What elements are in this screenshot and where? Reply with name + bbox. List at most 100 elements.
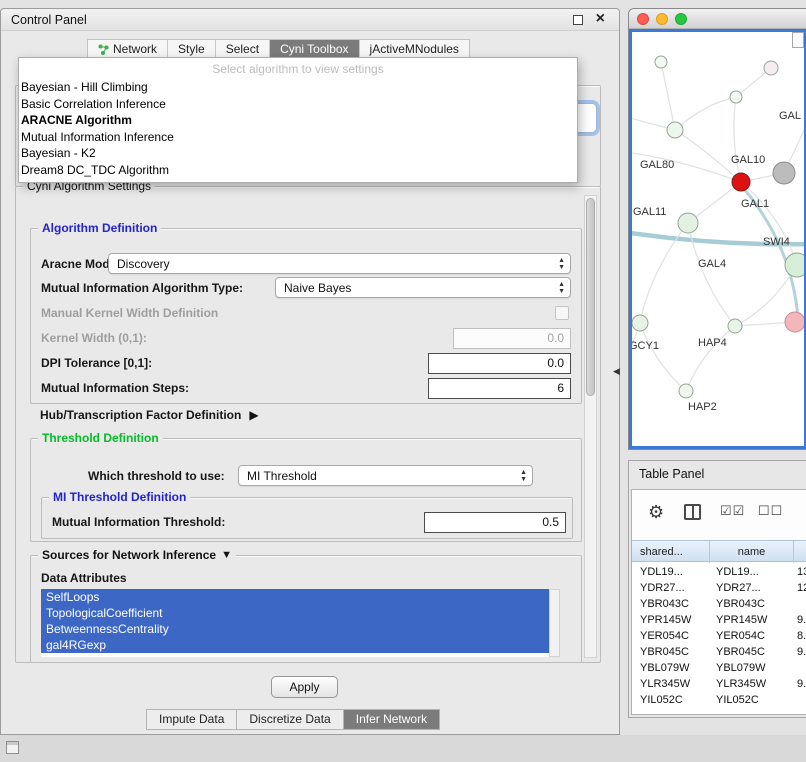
- network-node[interactable]: [730, 91, 742, 103]
- mi-threshold-label: Mutual Information Threshold:: [52, 515, 225, 529]
- bottom-tabbar: Impute Data Discretize Data Infer Networ…: [146, 709, 440, 730]
- tab-impute-data[interactable]: Impute Data: [146, 709, 237, 730]
- mi-type-select[interactable]: Naive Bayes ▲▼: [275, 277, 571, 298]
- mi-type-label: Mutual Information Algorithm Type:: [41, 281, 243, 295]
- table-panel-content: ⚙ ☑☑ ☐☐ shared... name YDL19...YDL19...1…: [631, 489, 806, 715]
- column-header-name[interactable]: name: [710, 541, 794, 563]
- attributes-list-scrollbar[interactable]: [549, 589, 560, 657]
- select-all-icon[interactable]: ☑☑: [720, 503, 745, 519]
- network-node[interactable]: [732, 173, 750, 191]
- apply-button[interactable]: Apply: [271, 676, 338, 698]
- algorithm-definition-group: Algorithm Definition Aracne Mode: Discov…: [30, 228, 582, 404]
- zoom-traffic-icon[interactable]: [675, 13, 687, 25]
- network-node-label: SWI4: [763, 236, 790, 248]
- network-node[interactable]: [667, 122, 683, 138]
- aracne-mode-select[interactable]: Discovery ▲▼: [108, 253, 571, 274]
- table-row[interactable]: YDR27...YDR27...12: [632, 580, 806, 596]
- dpi-tolerance-field[interactable]: 0.0: [428, 353, 571, 374]
- minimized-panel-icon[interactable]: [6, 741, 19, 754]
- algorithm-option[interactable]: Bayesian - Hill Climbing: [19, 79, 577, 96]
- network-node[interactable]: [679, 384, 693, 398]
- network-edge: [661, 62, 675, 130]
- table-row[interactable]: YPR145WYPR145W9.: [632, 612, 806, 628]
- network-node[interactable]: [728, 319, 742, 333]
- sources-group-title[interactable]: Sources for Network Inference ▼: [38, 548, 236, 562]
- mi-threshold-field[interactable]: 0.5: [424, 512, 566, 533]
- tab-infer-network[interactable]: Infer Network: [344, 709, 440, 730]
- mi-steps-field[interactable]: 6: [428, 378, 571, 399]
- stepper-arrows-icon: ▲▼: [520, 469, 527, 483]
- close-traffic-icon[interactable]: [637, 13, 649, 25]
- table-row[interactable]: YIL052CYIL052C: [632, 692, 806, 708]
- network-node[interactable]: [773, 162, 795, 184]
- table-row[interactable]: YDL19...YDL19...13: [632, 564, 806, 580]
- which-threshold-select[interactable]: MI Threshold ▲▼: [238, 465, 533, 486]
- table-panel-title: Table Panel: [639, 467, 704, 481]
- settings-scrollbar[interactable]: [584, 195, 597, 658]
- table-row[interactable]: YBR045CYBR045C9.: [632, 644, 806, 660]
- hub-section-toggle[interactable]: Hub/Transcription Factor Definition ▶: [40, 408, 259, 422]
- minimize-traffic-icon[interactable]: [656, 13, 668, 25]
- dpi-tolerance-label: DPI Tolerance [0,1]:: [41, 356, 152, 370]
- list-item[interactable]: TopologicalCoefficient: [41, 605, 549, 621]
- list-item[interactable]: SelfLoops: [41, 589, 549, 605]
- cyni-algorithm-settings-group: Cyni Algorithm Settings Algorithm Defini…: [15, 186, 601, 663]
- network-scroll-button[interactable]: [792, 32, 804, 48]
- algorithm-option[interactable]: Basic Correlation Inference: [19, 96, 577, 113]
- deselect-all-icon[interactable]: ☐☐: [758, 503, 783, 519]
- settings-scrollbar-thumb[interactable]: [586, 198, 595, 396]
- manual-kernel-checkbox[interactable]: [555, 306, 569, 320]
- kernel-width-field[interactable]: 0.0: [453, 328, 571, 349]
- network-node-label: GAL4: [698, 258, 726, 270]
- close-icon[interactable]: ×: [596, 10, 605, 28]
- algorithm-option[interactable]: Mutual Information Inference: [19, 129, 577, 146]
- table-row[interactable]: YER054CYER054C8.: [632, 628, 806, 644]
- network-node-label: GAL80: [640, 159, 674, 171]
- sources-group: Sources for Network Inference ▼ Data Att…: [30, 555, 582, 663]
- hub-section-label: Hub/Transcription Factor Definition: [40, 408, 241, 422]
- table-row[interactable]: YBL079WYBL079W: [632, 660, 806, 676]
- algorithm-option[interactable]: Bayesian - K2: [19, 145, 577, 162]
- algorithm-option[interactable]: Dream8 DC_TDC Algorithm: [19, 162, 577, 179]
- float-window-icon[interactable]: [573, 15, 583, 25]
- network-node[interactable]: [678, 213, 698, 233]
- list-item[interactable]: BetweennessCentrality: [41, 621, 549, 637]
- stepper-arrows-icon: ▲▼: [558, 281, 565, 295]
- table-header: shared... name: [632, 540, 806, 562]
- aracne-mode-value: Discovery: [117, 257, 170, 271]
- network-node[interactable]: [632, 315, 648, 331]
- network-node-label: HAP4: [698, 337, 727, 349]
- list-item[interactable]: gal4RGexp: [41, 637, 549, 653]
- network-node-label: GAL10: [731, 154, 765, 166]
- algorithm-option-selected[interactable]: ARACNE Algorithm: [19, 112, 577, 129]
- table-panel-window: Table Panel ⚙ ☑☑ ☐☐ shared... name YDL19…: [628, 460, 806, 718]
- column-header-shared-name[interactable]: shared...: [632, 541, 710, 563]
- data-attributes-label: Data Attributes: [41, 571, 127, 585]
- columns-icon[interactable]: [684, 504, 701, 520]
- stepper-arrows-icon: ▲▼: [558, 257, 565, 271]
- table-row[interactable]: YBR043CYBR043C: [632, 596, 806, 612]
- mi-type-value: Naive Bayes: [284, 281, 351, 295]
- tab-discretize-data[interactable]: Discretize Data: [237, 709, 343, 730]
- gear-icon[interactable]: ⚙: [648, 502, 664, 523]
- network-node[interactable]: [785, 253, 806, 277]
- network-window-titlebar[interactable]: [629, 9, 806, 29]
- network-node[interactable]: [785, 312, 805, 332]
- network-node-label: GCY1: [632, 340, 659, 352]
- threshold-definition-group: Threshold Definition Which threshold to …: [30, 438, 582, 542]
- table-toolbar: ⚙ ☑☑ ☐☐: [632, 490, 806, 540]
- splitter-collapse-icon[interactable]: ◀: [613, 366, 620, 377]
- column-header-extra[interactable]: [794, 541, 806, 563]
- collapsed-arrow-icon: ▶: [249, 408, 258, 422]
- network-node[interactable]: [655, 56, 667, 68]
- control-panel-titlebar[interactable]: Control Panel ×: [1, 9, 619, 31]
- table-row[interactable]: YLR345WYLR345W9.: [632, 676, 806, 692]
- network-node-label: GAL1: [741, 198, 769, 210]
- network-canvas[interactable]: GAL80GAL10GAL11GAL1SWI4GAL4GCY1HAP4HAP2G…: [629, 29, 806, 449]
- which-threshold-value: MI Threshold: [247, 469, 317, 483]
- mi-threshold-group: MI Threshold Definition Mutual Informati…: [41, 497, 573, 539]
- network-node[interactable]: [764, 61, 778, 75]
- algorithm-prompt: Select algorithm to view settings: [19, 60, 577, 79]
- threshold-definition-title: Threshold Definition: [38, 431, 163, 445]
- algorithm-definition-title: Algorithm Definition: [38, 221, 161, 235]
